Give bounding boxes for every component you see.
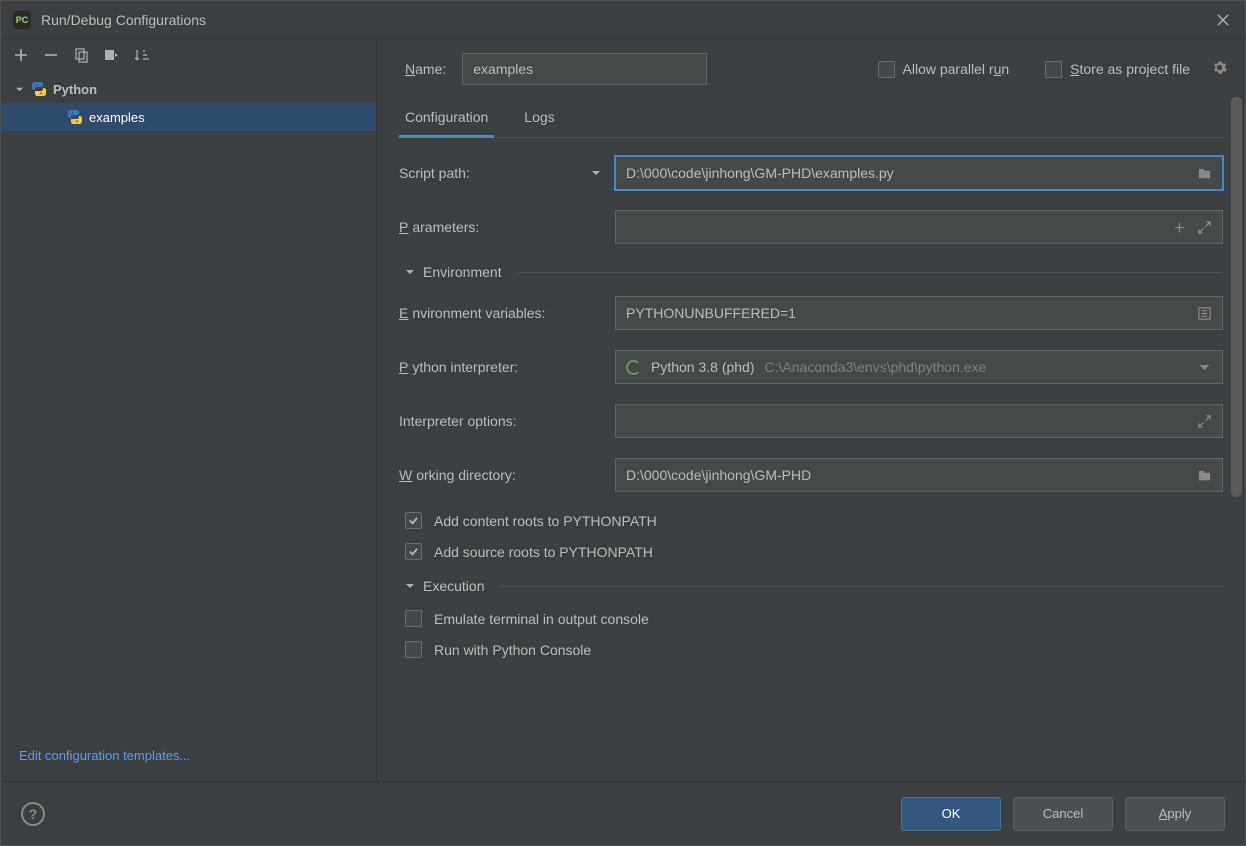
tabs: Configuration Logs <box>397 95 1225 138</box>
gear-icon[interactable] <box>1212 60 1227 78</box>
allow-parallel-label: Allow parallel run <box>903 61 1010 77</box>
add-source-roots-checkbox[interactable]: Add source roots to PYTHONPATH <box>405 543 1223 560</box>
chevron-down-icon <box>405 265 415 280</box>
scrollbar-thumb[interactable] <box>1231 97 1242 497</box>
config-tree[interactable]: Python examples <box>1 71 376 736</box>
store-project-label: Store as project file <box>1070 61 1190 77</box>
script-path-value: D:\000\code\jinhong\GM-PHD\examples.py <box>626 165 1187 181</box>
main-panel: Configuration Logs Script path: D:\000\c… <box>377 95 1245 781</box>
close-button[interactable] <box>1211 8 1235 32</box>
sort-config-button[interactable] <box>133 47 149 63</box>
cancel-button[interactable]: Cancel <box>1013 797 1113 831</box>
pycharm-icon: PC <box>13 11 31 29</box>
add-content-roots-label: Add content roots to PYTHONPATH <box>434 513 657 529</box>
working-dir-field[interactable]: D:\000\code\jinhong\GM-PHD <box>615 458 1223 492</box>
python-icon <box>31 81 47 97</box>
add-content-roots-checkbox[interactable]: Add content roots to PYTHONPATH <box>405 512 1223 529</box>
tree-item-examples[interactable]: examples <box>1 103 376 131</box>
working-dir-value: D:\000\code\jinhong\GM-PHD <box>626 467 1187 483</box>
interpreter-opts-field[interactable] <box>615 404 1223 438</box>
edit-templates-link[interactable]: Edit configuration templates... <box>19 748 190 763</box>
script-path-field[interactable]: D:\000\code\jinhong\GM-PHD\examples.py <box>615 156 1223 190</box>
chevron-down-icon <box>15 82 27 97</box>
plus-icon[interactable] <box>1172 220 1187 235</box>
folder-icon[interactable] <box>1197 468 1212 483</box>
env-vars-value: PYTHONUNBUFFERED=1 <box>626 305 1187 321</box>
emulate-terminal-label: Emulate terminal in output console <box>434 611 649 627</box>
tab-configuration[interactable]: Configuration <box>399 109 494 138</box>
interpreter-dropdown[interactable]: Python 3.8 (phd) C:\Anaconda3\envs\phd\p… <box>615 350 1223 384</box>
checkbox-box <box>405 610 422 627</box>
checkbox-box <box>1045 61 1062 78</box>
remove-config-button[interactable] <box>43 47 59 63</box>
execution-section[interactable]: Execution <box>405 578 1223 594</box>
run-python-console-label: Run with Python Console <box>434 642 591 658</box>
titlebar: PC Run/Debug Configurations <box>1 1 1245 39</box>
chevron-down-icon[interactable] <box>591 165 601 181</box>
expand-icon[interactable] <box>1197 414 1212 429</box>
window-title: Run/Debug Configurations <box>41 12 206 28</box>
env-vars-label: Environment variables: <box>399 305 615 321</box>
tree-item-label: examples <box>89 110 145 125</box>
add-config-button[interactable] <box>13 47 29 63</box>
tree-root-python[interactable]: Python <box>1 75 376 103</box>
environment-section[interactable]: Environment <box>405 264 1223 280</box>
checkbox-box <box>405 543 422 560</box>
dialog-footer: ? OK Cancel Apply <box>1 781 1245 845</box>
save-config-button[interactable] <box>103 47 119 63</box>
sidebar: Python examples Edit configuration templ… <box>1 39 377 781</box>
tab-logs[interactable]: Logs <box>518 109 560 137</box>
interpreter-label: Python interpreter: <box>399 359 615 375</box>
store-project-checkbox[interactable]: Store as project file <box>1045 61 1190 78</box>
folder-icon[interactable] <box>1197 166 1212 181</box>
apply-button[interactable]: Apply <box>1125 797 1225 831</box>
add-source-roots-label: Add source roots to PYTHONPATH <box>434 544 653 560</box>
name-label: Name: <box>405 61 446 77</box>
script-path-label: Script path: <box>399 165 615 181</box>
copy-config-button[interactable] <box>73 47 89 63</box>
interpreter-opts-label: Interpreter options: <box>399 413 615 429</box>
name-input[interactable] <box>462 53 707 85</box>
run-python-console-checkbox[interactable]: Run with Python Console <box>405 641 1223 658</box>
expand-icon[interactable] <box>1197 220 1212 235</box>
checkbox-box <box>878 61 895 78</box>
help-button[interactable]: ? <box>21 802 45 826</box>
loading-icon <box>626 360 641 375</box>
interpreter-value: Python 3.8 (phd) <box>651 359 755 375</box>
interpreter-path: C:\Anaconda3\envs\phd\python.exe <box>765 359 987 375</box>
ok-button[interactable]: OK <box>901 797 1001 831</box>
checkbox-box <box>405 641 422 658</box>
python-icon <box>67 109 83 125</box>
checkbox-box <box>405 512 422 529</box>
parameters-label: Parameters: <box>399 219 615 235</box>
emulate-terminal-checkbox[interactable]: Emulate terminal in output console <box>405 610 1223 627</box>
chevron-down-icon <box>1197 360 1212 375</box>
header-row: Name: Allow parallel run Store as projec… <box>377 39 1245 95</box>
env-vars-field[interactable]: PYTHONUNBUFFERED=1 <box>615 296 1223 330</box>
tree-root-label: Python <box>53 82 97 97</box>
sidebar-toolbar <box>1 39 376 71</box>
chevron-down-icon <box>405 579 415 594</box>
parameters-field[interactable] <box>615 210 1223 244</box>
allow-parallel-checkbox[interactable]: Allow parallel run <box>878 61 1010 78</box>
list-icon[interactable] <box>1197 306 1212 321</box>
working-dir-label: Working directory: <box>399 467 615 483</box>
